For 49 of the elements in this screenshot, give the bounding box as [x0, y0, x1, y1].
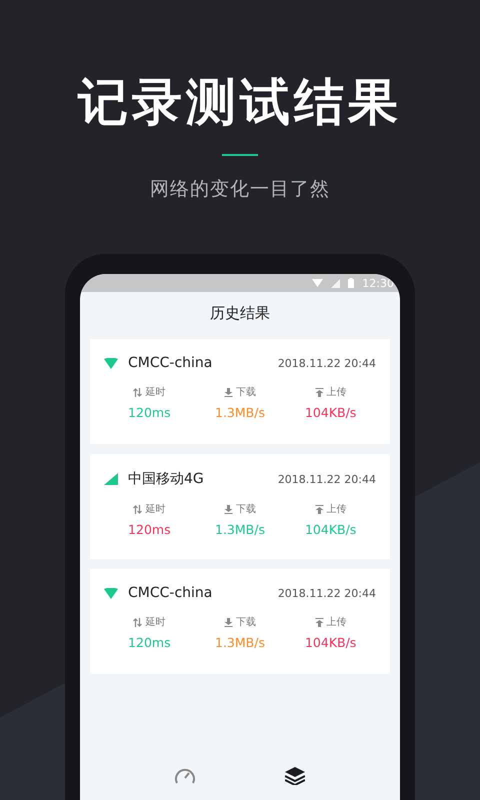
- metric-label: 下载: [236, 616, 256, 629]
- metric-label: 上传: [326, 386, 347, 399]
- signal-icon: [104, 473, 118, 485]
- download-icon: [224, 388, 233, 396]
- battery-icon: [348, 278, 354, 288]
- wifi-icon: [104, 358, 118, 368]
- upload-icon: [314, 388, 324, 396]
- metric-value: 120ms: [128, 405, 171, 420]
- metric-value: 120ms: [128, 635, 171, 650]
- speedometer-icon: [174, 767, 196, 785]
- metric-value: 104KB/s: [304, 635, 356, 650]
- download-icon: [224, 504, 233, 514]
- metric-label: 上传: [326, 616, 347, 629]
- metric-value: 120ms: [128, 522, 171, 537]
- up-down-arrows-icon: [133, 504, 142, 514]
- wifi-icon: [104, 588, 118, 598]
- wifi-icon: [312, 279, 324, 287]
- test-time: 2018.11.22 20:44: [278, 586, 376, 600]
- screen-title: 历史结果: [209, 304, 271, 323]
- metric-label: 延时: [145, 502, 166, 516]
- metric-value: 1.3MB/s: [215, 405, 265, 420]
- result-card[interactable]: CMCC-china 2018.11.22 20:44 延时 120ms 下载 1.3MB/s 上传 104KB/s: [90, 339, 390, 444]
- metric-value: 1.3MB/s: [215, 635, 265, 650]
- metric-value: 104KB/s: [304, 522, 356, 537]
- result-card[interactable]: 中国移动4G 2018.11.22 20:44 延时 120ms 下载 1.3MB/s 上传 104KB/s: [90, 454, 390, 559]
- up-down-arrows-icon: [133, 388, 142, 396]
- metric-value: 104KB/s: [304, 405, 356, 420]
- nav-tab[interactable]: [283, 765, 307, 787]
- network-name: CMCC-china: [128, 355, 214, 371]
- up-down-arrows-icon: [133, 618, 142, 626]
- result-card[interactable]: CMCC-china 2018.11.22 20:44 延时 120ms 下载 1.3MB/s 上传 104KB/s: [90, 569, 390, 674]
- layers-icon: [285, 767, 305, 785]
- network-name: 中国移动4G: [128, 470, 205, 488]
- test-time: 2018.11.22 20:44: [278, 472, 376, 486]
- upload-icon: [314, 618, 324, 626]
- upload-icon: [314, 504, 324, 514]
- metric-value: 1.3MB/s: [215, 522, 265, 537]
- headline: 记录测试结果: [78, 72, 402, 132]
- signal-icon: [331, 278, 340, 288]
- metric-label: 下载: [236, 386, 256, 399]
- status-time: 12:30: [362, 276, 394, 290]
- network-name: CMCC-china: [128, 585, 214, 601]
- metric-label: 下载: [236, 502, 256, 516]
- metric-label: 延时: [145, 386, 166, 399]
- metric-label: 上传: [326, 502, 347, 516]
- test-time: 2018.11.22 20:44: [278, 356, 376, 370]
- download-icon: [224, 618, 233, 626]
- subtitle: 网络的变化一目了然: [150, 177, 330, 202]
- metric-label: 延时: [145, 616, 166, 629]
